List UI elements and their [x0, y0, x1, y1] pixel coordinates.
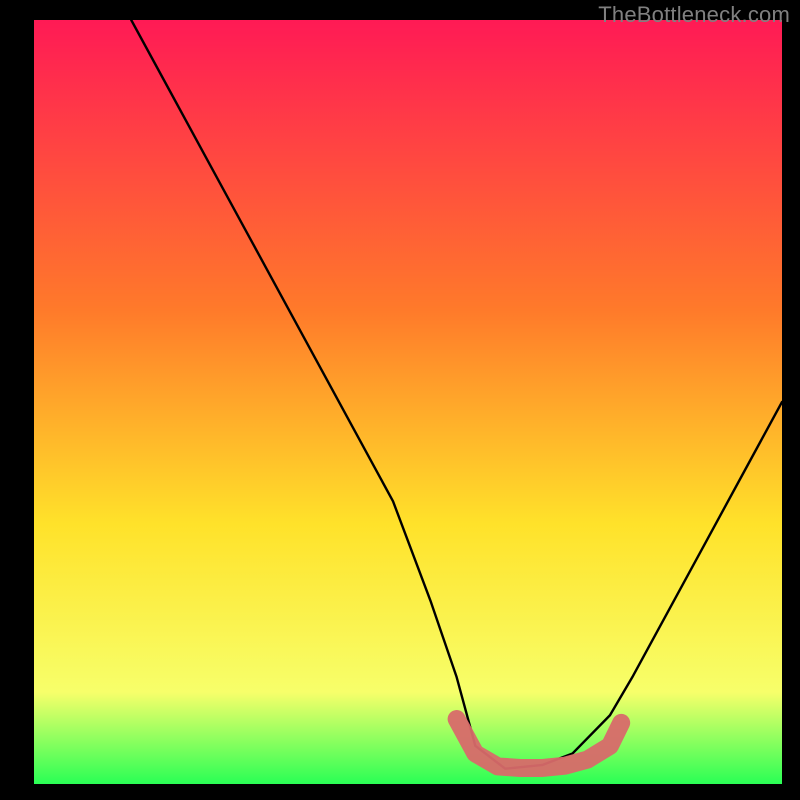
gradient-background: [34, 20, 782, 784]
chart-frame: TheBottleneck.com: [0, 0, 800, 800]
watermark-text: TheBottleneck.com: [598, 2, 790, 28]
chart-svg: [34, 20, 782, 784]
chart-plot-area: [34, 20, 782, 784]
